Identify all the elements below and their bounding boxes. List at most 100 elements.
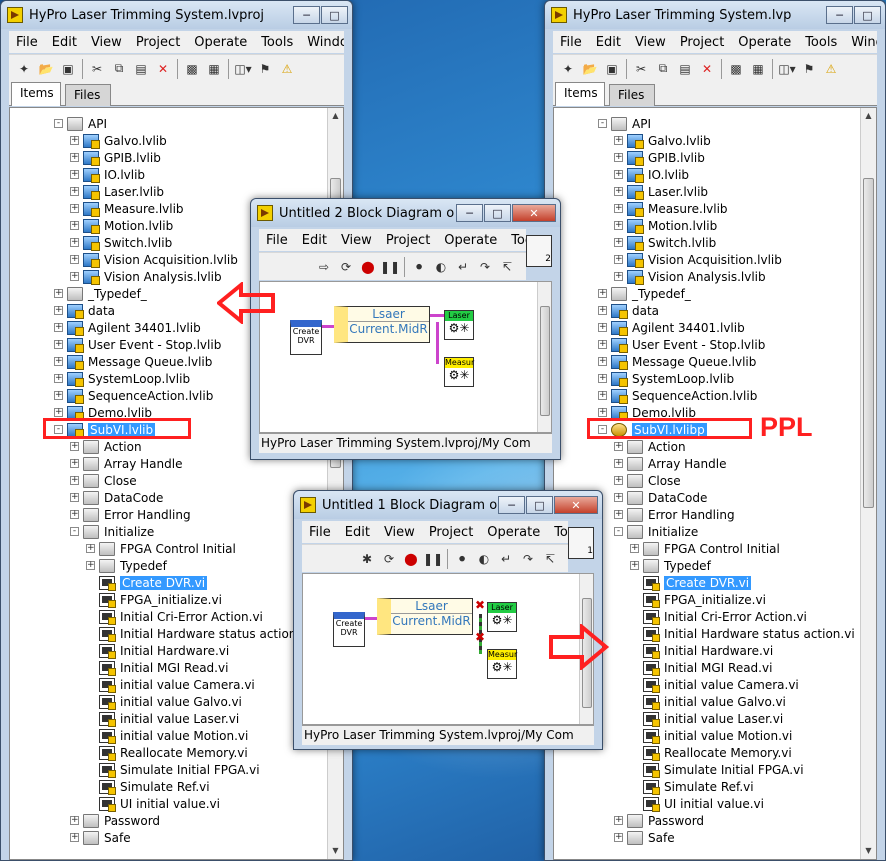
scroll-up-icon[interactable]: ▲ [328,108,343,124]
tree-item[interactable]: - Initialize [614,523,698,540]
menu-tools[interactable]: Tools [504,233,526,248]
menu-file[interactable]: File [553,35,589,50]
menu-project[interactable]: Project [673,35,731,50]
tree-item[interactable]: + FPGA Control Initial [630,540,780,557]
expand-icon[interactable]: + [70,476,79,485]
minimize-icon[interactable]: ─ [826,6,853,24]
expand-icon[interactable]: + [614,238,623,247]
warning-icon[interactable]: ⚠ [823,61,839,77]
retain-wire-values-icon[interactable]: ◐ [433,259,449,275]
new-icon[interactable]: ✦ [16,61,32,77]
measur-subvi-node[interactable]: Measur ⚙✳ [444,357,474,387]
tree-item[interactable]: + data [54,302,115,319]
retain-wire-values-icon[interactable]: ◐ [476,551,492,567]
vi-icon[interactable]: 1 [568,527,594,559]
delete-icon[interactable]: ✕ [155,61,171,77]
tree-item[interactable]: Initial Hardware.vi [86,642,229,659]
create-dvr-node[interactable]: Create DVR [290,320,322,355]
tab-files[interactable]: Files [65,84,111,106]
expand-icon[interactable]: + [598,289,607,298]
expand-icon[interactable]: + [614,255,623,264]
tree-item[interactable]: + data [598,302,659,319]
minimize-icon[interactable]: ─ [293,6,320,24]
view-options-icon[interactable]: ◫▾ [234,61,251,77]
tree-item[interactable]: + DataCode [614,489,707,506]
menu-window[interactable]: Window [844,35,877,50]
expand-icon[interactable]: + [598,391,607,400]
laser-subvi-node[interactable]: Laser ⚙✳ [444,310,474,340]
tree-item[interactable]: Initial Hardware status action.vi [86,625,311,642]
expand-icon[interactable]: + [70,136,79,145]
tree-item[interactable]: Initial Cri-Error Action.vi [630,608,807,625]
tree-item[interactable]: + Vision Analysis.lvlib [614,268,766,285]
title-bar[interactable]: HyPro Laser Trimming System.lvp ─ □ [545,1,885,29]
pause-icon[interactable]: ❚❚ [423,551,443,567]
expand-icon[interactable]: + [614,816,623,825]
step-out-icon[interactable]: ↸ [542,551,558,567]
tree-item[interactable]: + Action [70,438,142,455]
tree-item[interactable]: - Initialize [70,523,154,540]
tree-item[interactable]: initial value Camera.vi [630,676,799,693]
tree-item[interactable]: + SystemLoop.lvlib [598,370,734,387]
build-icon[interactable]: ▩ [184,61,200,77]
expand-icon[interactable]: + [70,272,79,281]
tree-item[interactable]: + IO.lvlib [614,166,689,183]
tree-item[interactable]: + Array Handle [614,455,726,472]
tree-item[interactable]: Initial Hardware.vi [630,642,773,659]
tree-item[interactable]: + GPIB.lvlib [70,149,161,166]
save-all-icon[interactable]: ▣ [60,61,76,77]
close-icon[interactable]: ✕ [554,496,598,514]
tree-item[interactable]: initial value Laser.vi [86,710,239,727]
expand-icon[interactable]: + [86,544,95,553]
tree-item[interactable]: + User Event - Stop.lvlib [598,336,765,353]
tree-item[interactable]: + Motion.lvlib [614,217,717,234]
tree-item[interactable]: + IO.lvlib [70,166,145,183]
tree-item[interactable]: + Typedef [86,557,167,574]
tree-item[interactable]: + Action [614,438,686,455]
title-bar[interactable]: Untitled 2 Block Diagram on... ─ □ ✕ [251,199,560,227]
tree-item[interactable]: Simulate Initial FPGA.vi [630,761,804,778]
abort-icon[interactable]: ⬤ [403,551,419,567]
menu-edit[interactable]: Edit [338,525,377,540]
tree-item[interactable]: + Measure.lvlib [614,200,728,217]
expand-icon[interactable]: + [614,833,623,842]
paste-icon[interactable]: ▤ [677,61,693,77]
tree-item[interactable]: + Safe [70,829,131,846]
menu-tools[interactable]: Tools [254,35,300,50]
expand-icon[interactable]: + [54,408,63,417]
expand-icon[interactable]: + [70,187,79,196]
menu-operate[interactable]: Operate [731,35,798,50]
property-node[interactable]: Lsaer Current.MidR [377,598,473,635]
tree-item[interactable]: + Message Queue.lvlib [598,353,756,370]
tree-item[interactable]: Simulate Initial FPGA.vi [86,761,260,778]
tree-item[interactable]: + Motion.lvlib [70,217,173,234]
tree-item[interactable]: + Message Queue.lvlib [54,353,212,370]
menu-view[interactable]: View [628,35,673,50]
tree-item[interactable]: - API [54,115,107,132]
save-all-icon[interactable]: ▣ [604,61,620,77]
find-icon[interactable]: ⚑ [801,61,817,77]
expand-icon[interactable]: + [630,561,639,570]
expand-icon[interactable]: + [614,510,623,519]
tree-item[interactable]: + _Typedef_ [598,285,691,302]
expand-icon[interactable]: + [70,833,79,842]
menu-operate[interactable]: Operate [480,525,547,540]
expand-icon[interactable]: + [54,374,63,383]
pause-icon[interactable]: ❚❚ [380,259,400,275]
expand-icon[interactable]: + [70,204,79,213]
collapse-icon[interactable]: - [70,527,79,536]
expand-icon[interactable]: + [54,323,63,332]
menu-edit[interactable]: Edit [295,233,334,248]
expand-icon[interactable]: + [614,493,623,502]
maximize-icon[interactable]: □ [484,204,511,222]
create-dvr-node[interactable]: Create DVR [333,612,365,647]
tree-item[interactable]: Create DVR.vi [630,574,752,591]
tree-item[interactable]: Initial Hardware status action.vi [630,625,855,642]
tree-item[interactable]: Initial MGI Read.vi [630,659,772,676]
expand-icon[interactable]: + [54,289,63,298]
copy-icon[interactable]: ⧉ [655,61,671,77]
maximize-icon[interactable]: □ [854,6,881,24]
step-into-icon[interactable]: ↵ [498,551,514,567]
menu-operate[interactable]: Operate [437,233,504,248]
expand-icon[interactable]: + [614,153,623,162]
